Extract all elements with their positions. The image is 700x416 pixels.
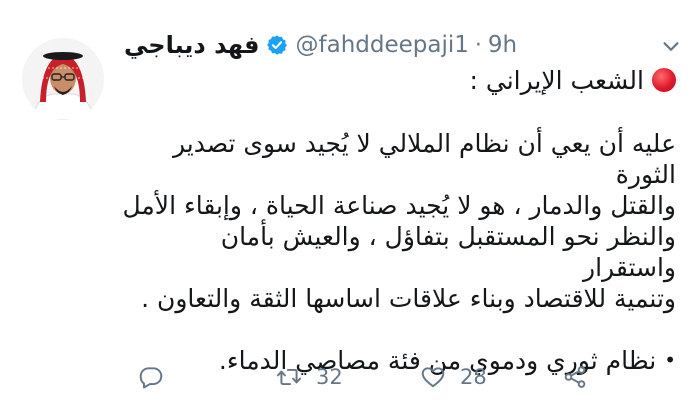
timestamp[interactable]: 9h <box>488 32 517 58</box>
tweet-intro-text: الشعب الإيراني : <box>469 65 645 95</box>
avatar-image <box>22 38 104 120</box>
like-button[interactable]: 28 <box>420 364 487 390</box>
like-count: 28 <box>460 365 487 389</box>
retweet-icon <box>276 368 302 386</box>
tweet-paragraph: عليه أن يعي أن نظام الملالي لا يُجيد سوى… <box>122 129 676 313</box>
share-icon <box>564 366 586 388</box>
share-button[interactable] <box>562 364 588 390</box>
tweet-actions: 32 28 <box>138 360 660 394</box>
heart-icon <box>421 367 445 388</box>
retweet-count: 32 <box>316 365 343 389</box>
author-block[interactable]: فهد ديباجي @fahddeepaji1 · 9h <box>124 31 517 59</box>
avatar[interactable] <box>22 38 104 120</box>
bullet-symbol: • <box>664 348 676 372</box>
retweet-button[interactable]: 32 <box>276 364 343 390</box>
reply-icon <box>139 367 163 389</box>
red-circle-emoji-icon <box>652 68 676 92</box>
reply-button[interactable] <box>138 364 164 390</box>
verified-badge-icon <box>266 35 287 55</box>
tweet-intro-line: الشعب الإيراني : <box>120 64 676 96</box>
chevron-down-icon[interactable] <box>660 36 682 58</box>
separator-dot: · <box>474 32 482 58</box>
display-name[interactable]: فهد ديباجي <box>124 31 260 59</box>
tweet-header: فهد ديباجي @fahddeepaji1 · 9h <box>124 28 680 62</box>
author-handle[interactable]: @fahddeepaji1 <box>296 32 469 58</box>
tweet-text: الشعب الإيراني : عليه أن يعي أن نظام الم… <box>120 64 676 376</box>
